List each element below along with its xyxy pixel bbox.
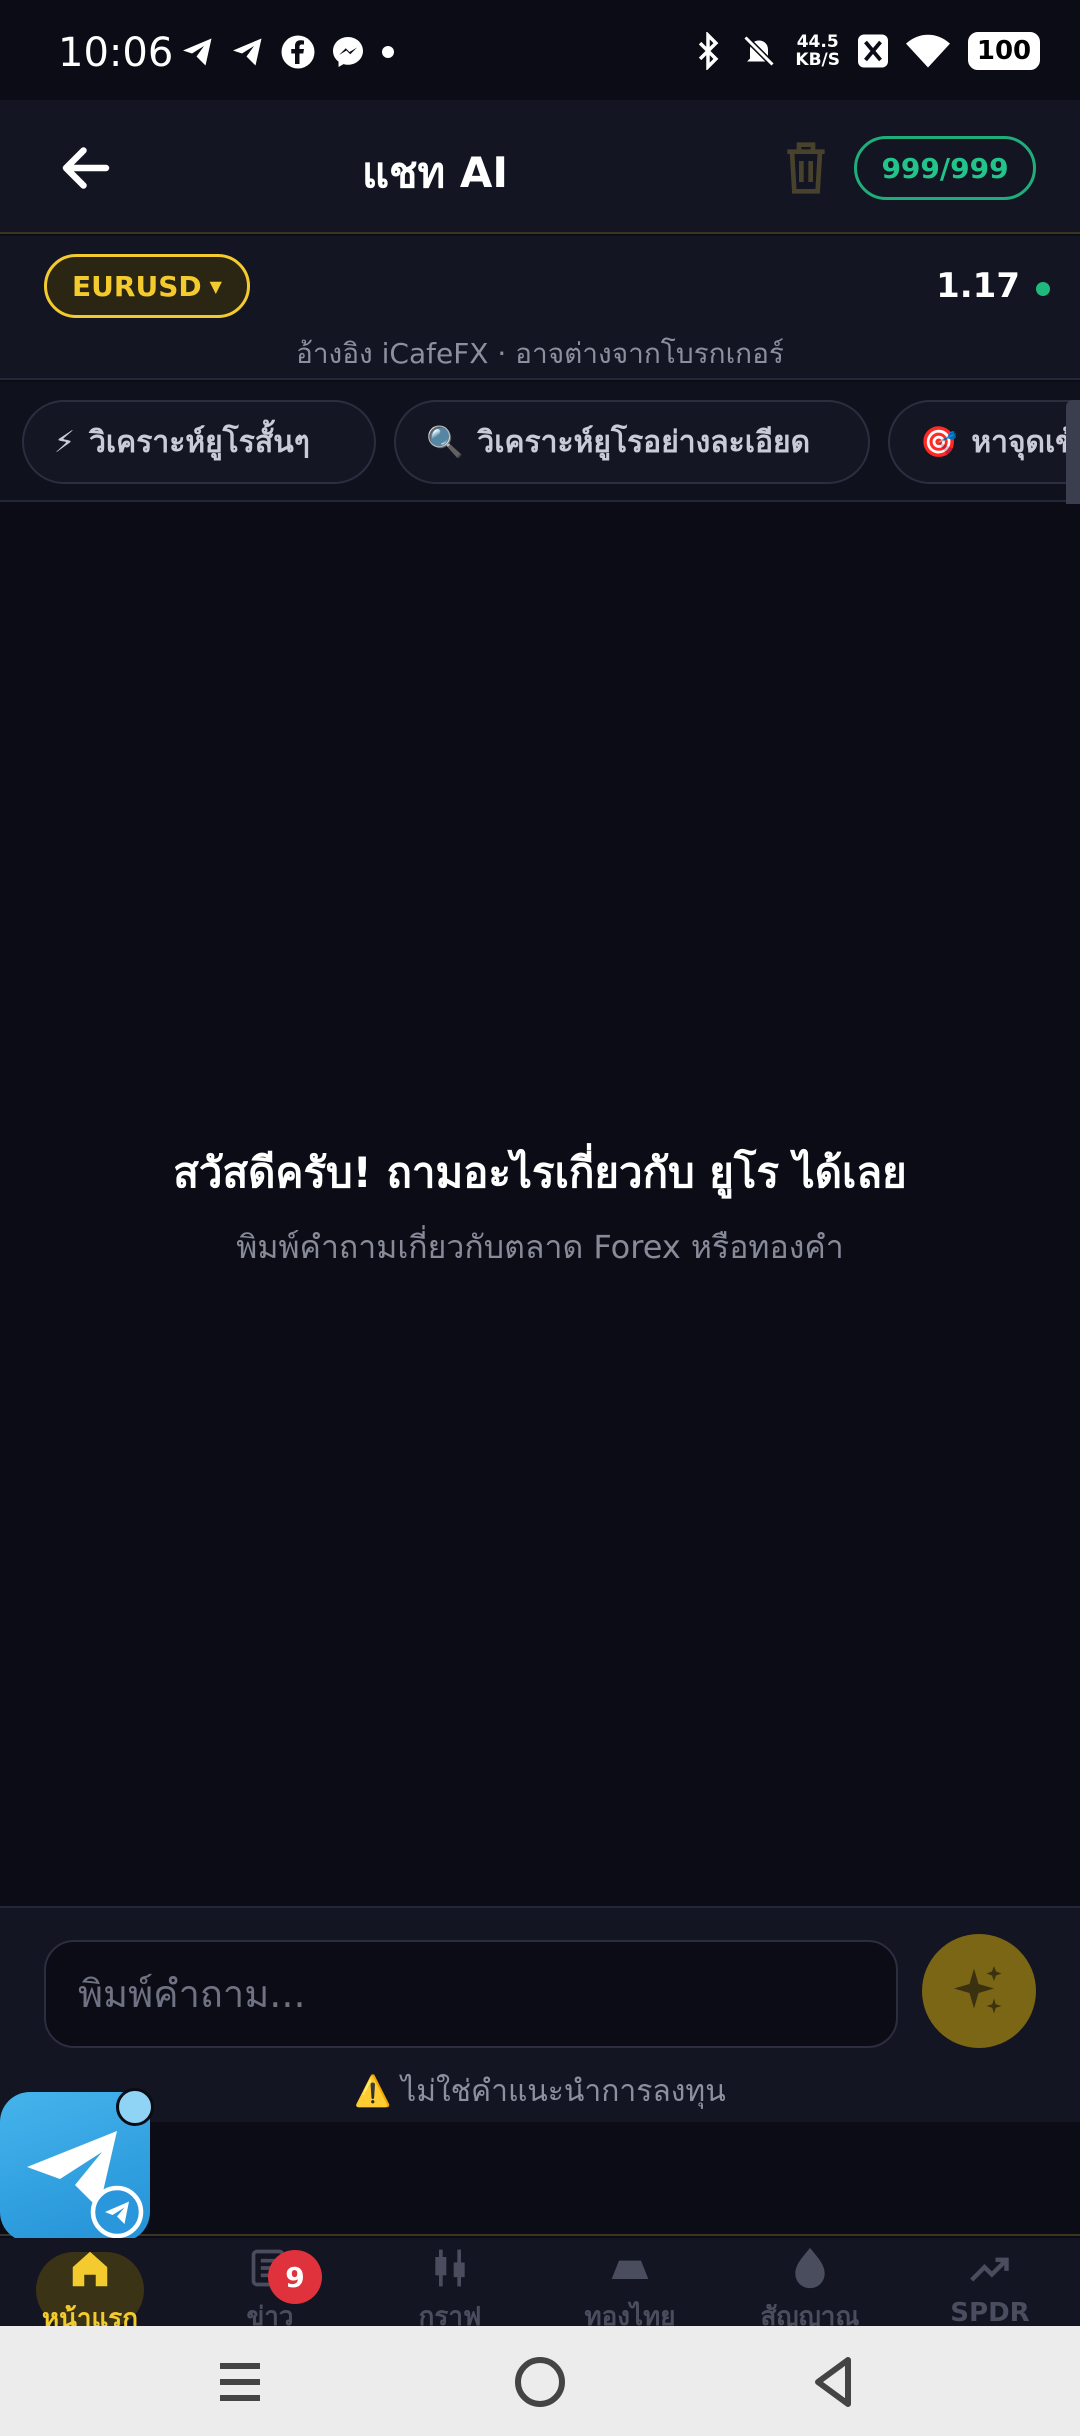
bell-muted-icon: [743, 35, 776, 67]
news-count-badge: 9: [268, 2250, 322, 2304]
target-icon: 🎯: [920, 424, 958, 460]
recent-apps-icon[interactable]: [210, 2354, 270, 2410]
nav-item-chart[interactable]: กราฟ: [360, 2238, 540, 2332]
chip-detailed-analysis[interactable]: 🔍 วิเคราะห์ยูโรอย่างละเอียด: [394, 400, 870, 484]
chat-input[interactable]: [44, 1940, 898, 2048]
facebook-icon: [281, 35, 315, 69]
status-time: 10:06: [58, 30, 174, 76]
status-bar: 10:06 44.5 KB/S 100: [0, 0, 1080, 100]
chip-find-entry[interactable]: 🎯 หาจุดเข้: [888, 400, 1080, 484]
bluetooth-icon: [699, 32, 719, 70]
telegram-icon: [233, 38, 262, 66]
nav-item-thai-gold[interactable]: ทองไทย: [540, 2238, 720, 2332]
symbol-bar: EURUSD ▼ 1.17 อ้างอิง iCafeFX · อาจต่างจ…: [0, 236, 1080, 380]
x-icon: [858, 34, 888, 68]
magnifier-icon: 🔍: [426, 424, 464, 460]
wifi-icon: [906, 34, 950, 68]
flame-icon: [785, 2246, 835, 2290]
chip-label: หาจุดเข้: [971, 424, 1076, 460]
chat-area: สวัสดีครับ! ถามอะไรเกี่ยวกับ ยูโร ได้เลย…: [0, 504, 1080, 1904]
chip-short-analysis[interactable]: ⚡ วิเคราะห์ยูโรสั้นๆ: [22, 400, 376, 484]
bottom-spacer: [0, 2122, 1080, 2236]
home-icon: [65, 2246, 115, 2292]
gold-bar-icon: [605, 2246, 655, 2290]
net-speed: 44.5 KB/S: [795, 32, 840, 70]
quick-prompt-chips: ⚡ วิเคราะห์ยูโรสั้นๆ 🔍 วิเคราะห์ยูโรอย่า…: [0, 382, 1080, 502]
nav-item-signals[interactable]: สัญญาณ: [720, 2238, 900, 2332]
chip-label: วิเคราะห์ยูโรสั้นๆ: [89, 424, 310, 460]
live-status-dot: [1036, 282, 1050, 296]
symbol-label: EURUSD: [72, 269, 202, 303]
caret-down-icon: ▼: [209, 276, 222, 296]
investment-disclaimer: ⚠️ ไม่ใช่คำแนะนำการลงทุน: [354, 2074, 726, 2109]
welcome-title: สวัสดีครับ! ถามอะไรเกี่ยวกับ ยูโร ได้เลย: [173, 1148, 907, 1197]
battery-icon: 100: [968, 32, 1040, 70]
system-icons: 44.5 KB/S 100: [693, 32, 1040, 70]
current-price: 1.17: [936, 266, 1020, 306]
app-header: แชท AI 999/999: [0, 100, 1080, 234]
telegram-icon: [183, 38, 212, 66]
quota-badge: 999/999: [854, 136, 1036, 200]
trend-up-icon: [965, 2246, 1015, 2292]
trash-icon[interactable]: [782, 140, 830, 196]
bottom-nav: หน้าแรก ข่าว กราฟ ทองไทย สัญญาณ SPDR: [0, 2238, 1080, 2334]
price-source-note: อ้างอิง iCafeFX · อาจต่างจากโบรกเกอร์: [296, 337, 784, 370]
system-navigation-bar: [0, 2326, 1080, 2436]
send-button[interactable]: [922, 1934, 1036, 2048]
nav-item-spdr[interactable]: SPDR: [900, 2238, 1080, 2328]
back-triangle-icon[interactable]: [804, 2354, 864, 2410]
input-panel: ⚠️ ไม่ใช่คำแนะนำการลงทุน: [0, 1906, 1080, 2122]
nav-label: SPDR: [950, 2298, 1030, 2328]
chip-label: วิเคราะห์ยูโรอย่างละเอียด: [477, 424, 811, 460]
symbol-selector[interactable]: EURUSD ▼: [44, 254, 250, 318]
dot-icon: [382, 46, 394, 58]
lightning-icon: ⚡: [54, 424, 76, 460]
candlestick-icon: [425, 2246, 475, 2290]
fab-notification-dot: [116, 2088, 154, 2126]
home-circle-icon[interactable]: [510, 2354, 570, 2410]
nav-item-home[interactable]: หน้าแรก: [0, 2238, 180, 2334]
sparkle-icon: [954, 1966, 1002, 2014]
messenger-icon: [333, 37, 363, 67]
notification-icons: [180, 34, 396, 70]
welcome-subtitle: พิมพ์คำถามเกี่ยวกับตลาด Forex หรือทองคำ: [236, 1228, 844, 1266]
